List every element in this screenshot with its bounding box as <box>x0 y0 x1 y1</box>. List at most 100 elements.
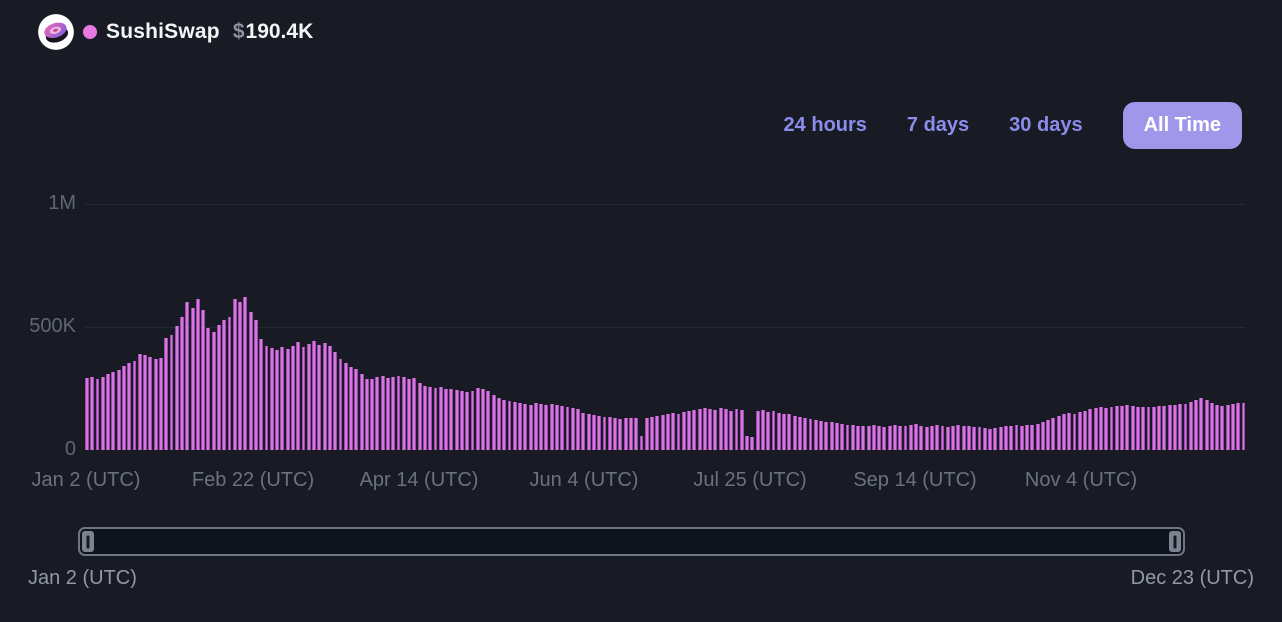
volume-bar <box>793 416 797 450</box>
volume-bar <box>640 436 644 450</box>
volume-bar <box>243 297 247 450</box>
volume-bar <box>893 425 897 450</box>
volume-bar <box>402 377 406 450</box>
volume-bar <box>233 299 237 450</box>
volume-bar <box>1231 404 1235 450</box>
volume-bar <box>708 409 712 450</box>
volume-bar <box>872 425 876 450</box>
slider-start-date-label: Jan 2 (UTC) <box>28 567 137 590</box>
volume-bar <box>354 369 358 450</box>
volume-bar <box>951 426 955 450</box>
y-tick-0: 0 <box>8 438 76 461</box>
volume-bar <box>375 377 379 450</box>
volume-bar <box>523 404 527 450</box>
volume-bar <box>323 343 327 450</box>
slider-right-handle-icon[interactable] <box>1169 531 1181 552</box>
volume-bar <box>766 412 770 450</box>
volume-bar <box>1009 426 1013 450</box>
volume-bar <box>185 302 189 450</box>
date-range-slider[interactable] <box>78 527 1185 556</box>
volume-bar <box>254 320 258 450</box>
x-tick-label: Apr 14 (UTC) <box>360 469 479 492</box>
volume-bar <box>439 387 443 451</box>
volume-bar <box>302 347 306 450</box>
handle-notch-icon <box>87 535 90 548</box>
bar-chart-plot-area[interactable] <box>85 204 1245 450</box>
volume-bar <box>1162 406 1166 451</box>
volume-bar <box>349 367 353 450</box>
range-30-days-button[interactable]: 30 days <box>1009 114 1082 137</box>
volume-bar <box>270 348 274 450</box>
volume-bar <box>333 352 337 450</box>
volume-bar <box>566 407 570 450</box>
volume-bar <box>581 413 585 450</box>
volume-bar <box>1125 405 1129 450</box>
volume-bar <box>391 377 395 450</box>
volume-bar <box>1226 405 1230 450</box>
volume-bar <box>1088 409 1092 450</box>
x-tick-label: Sep 14 (UTC) <box>853 469 976 492</box>
range-24-hours-button[interactable]: 24 hours <box>784 114 867 137</box>
volume-bar <box>925 427 929 450</box>
volume-bar <box>1057 416 1061 450</box>
volume-bar <box>529 405 533 451</box>
volume-bar <box>508 401 512 450</box>
volume-bar <box>1067 413 1071 450</box>
volume-bar <box>909 425 913 450</box>
legend-item-sushiswap[interactable]: SushiSwap $190.4K <box>38 14 313 50</box>
volume-bar <box>1210 403 1214 450</box>
volume-bar <box>265 346 269 451</box>
volume-bar <box>946 427 950 450</box>
volume-bar <box>1199 398 1203 450</box>
volume-bar <box>481 389 485 450</box>
range-7-days-button[interactable]: 7 days <box>907 114 969 137</box>
volume-bar <box>1062 414 1066 450</box>
volume-bar <box>238 302 242 450</box>
volume-bar <box>513 402 517 451</box>
volume-bar <box>735 409 739 450</box>
volume-bar <box>455 390 459 450</box>
volume-bar <box>655 416 659 450</box>
volume-bar <box>671 413 675 450</box>
volume-bar <box>555 405 559 450</box>
volume-bar <box>201 310 205 450</box>
volume-bar <box>978 427 982 450</box>
volume-bar <box>518 403 522 450</box>
volume-bar <box>465 392 469 451</box>
x-tick-label: Jan 2 (UTC) <box>32 469 141 492</box>
time-range-selector: 24 hours 7 days 30 days All Time <box>784 99 1242 151</box>
volume-bar <box>983 428 987 450</box>
volume-bar <box>919 426 923 450</box>
volume-bar <box>1157 406 1161 450</box>
volume-bar <box>1083 411 1087 450</box>
volume-bar <box>840 424 844 450</box>
volume-bar <box>1041 422 1045 450</box>
protocol-name: SushiSwap <box>106 20 220 44</box>
y-tick-500k: 500K <box>8 315 76 338</box>
volume-bar <box>460 391 464 450</box>
volume-bar <box>930 426 934 450</box>
volume-bar <box>407 379 411 450</box>
volume-bar <box>286 349 290 450</box>
volume-bar <box>1220 406 1224 450</box>
volume-bar <box>682 412 686 450</box>
volume-bar <box>809 419 813 451</box>
volume-bar <box>819 421 823 451</box>
volume-bar <box>935 425 939 450</box>
volume-bar <box>661 415 665 450</box>
volume-bar <box>1205 400 1209 450</box>
volume-bar <box>444 389 448 451</box>
volume-bar <box>1184 404 1188 451</box>
volume-bar <box>133 361 137 450</box>
volume-bar <box>999 427 1003 450</box>
currency-symbol: $ <box>233 20 245 43</box>
volume-bar <box>1115 406 1119 451</box>
volume-bar <box>228 317 232 450</box>
slider-end-date-label: Dec 23 (UTC) <box>1131 567 1254 590</box>
range-all-time-button[interactable]: All Time <box>1123 102 1242 149</box>
slider-left-handle-icon[interactable] <box>82 531 94 552</box>
volume-bar <box>85 378 89 450</box>
volume-bar <box>761 410 765 450</box>
volume-bar <box>803 418 807 451</box>
volume-bar <box>798 417 802 451</box>
